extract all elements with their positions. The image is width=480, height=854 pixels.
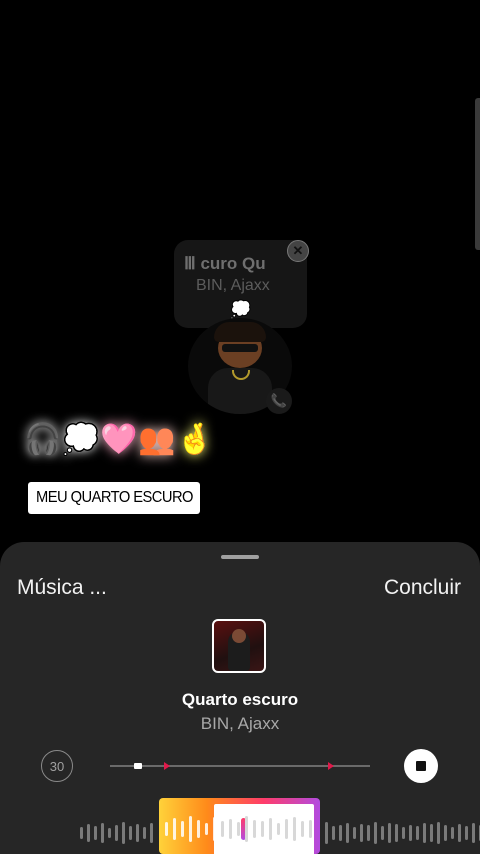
waveform-bar bbox=[409, 825, 412, 841]
waveform-bar bbox=[136, 824, 139, 842]
sheet-title: Música ... bbox=[17, 576, 107, 599]
waveform-bar bbox=[277, 823, 280, 835]
crossed-fingers-icon: 🤞 bbox=[176, 423, 214, 456]
waveform-bar bbox=[395, 824, 398, 842]
waveform-bar bbox=[444, 825, 447, 841]
waveform-bar bbox=[80, 827, 83, 839]
waveform-bar bbox=[150, 823, 153, 843]
waveform-bar bbox=[94, 826, 97, 840]
waveform-bar bbox=[108, 828, 111, 838]
waveform-bar bbox=[346, 823, 349, 843]
timeline-start-marker bbox=[134, 763, 142, 769]
thought-bubble-icon: 💭 bbox=[230, 300, 252, 319]
waveform-bar bbox=[129, 826, 132, 840]
waveform-bar bbox=[388, 823, 391, 843]
waveform-bar bbox=[143, 827, 146, 839]
waveform-bar bbox=[374, 822, 377, 844]
done-button[interactable]: Concluir bbox=[384, 576, 461, 600]
clip-selector[interactable] bbox=[159, 798, 320, 854]
waveform-bar bbox=[367, 825, 370, 841]
waveform-bar bbox=[301, 821, 304, 837]
duration-button[interactable]: 30 bbox=[41, 750, 73, 782]
waveform-bar bbox=[293, 817, 296, 841]
sticker-song-title: Ⅲ curo Qu bbox=[184, 254, 266, 273]
waveform-bar bbox=[269, 818, 272, 840]
location-label: MEU QUARTO ESCURO bbox=[36, 489, 193, 506]
waveform-bar bbox=[237, 822, 240, 836]
waveform-bar bbox=[189, 816, 192, 842]
album-cover bbox=[212, 619, 266, 673]
waveform-bar bbox=[115, 825, 118, 841]
waveform-bar bbox=[353, 827, 356, 839]
thought-bubble-icon: 💭 bbox=[62, 423, 100, 456]
waveform-bar bbox=[253, 820, 256, 838]
waveform-bar bbox=[430, 824, 433, 842]
sticker-artist: BIN, Ajaxx bbox=[196, 277, 270, 294]
sheet-grabber[interactable] bbox=[221, 555, 259, 559]
waveform-bar bbox=[213, 817, 216, 841]
emoji-row[interactable]: 🎧 💭 🩷 👥 🤞 bbox=[24, 422, 214, 457]
waveform-bar bbox=[451, 827, 454, 839]
location-sticker[interactable]: MEU QUARTO ESCURO bbox=[28, 482, 200, 514]
waveform-bar bbox=[360, 824, 363, 842]
waveform-bar bbox=[165, 822, 168, 836]
phone-icon: 📞 bbox=[266, 388, 292, 414]
waveform-bar bbox=[465, 826, 468, 840]
waveform-bar bbox=[197, 820, 200, 838]
close-icon[interactable]: ✕ bbox=[287, 240, 309, 262]
waveform-bar bbox=[325, 822, 328, 844]
headphones-icon: 🎧 bbox=[24, 423, 62, 456]
waveform-bar bbox=[181, 821, 184, 837]
waveform-bar bbox=[309, 820, 312, 838]
waveform-bar bbox=[87, 824, 90, 842]
song-timeline[interactable] bbox=[110, 762, 370, 770]
music-editor-sheet: Música ... Concluir Quarto escuro BIN, A… bbox=[0, 542, 480, 854]
waveform-bar bbox=[173, 818, 176, 840]
song-artist: BIN, Ajaxx bbox=[200, 714, 280, 733]
waveform-bar bbox=[122, 822, 125, 844]
waveform-bar bbox=[402, 827, 405, 839]
waveform-bar bbox=[381, 826, 384, 840]
people-icon: 👥 bbox=[138, 423, 176, 456]
scroll-indicator bbox=[475, 98, 480, 250]
waveform-bar bbox=[472, 823, 475, 843]
waveform-bar bbox=[229, 819, 232, 839]
stop-icon bbox=[416, 761, 426, 771]
heart-icon: 🩷 bbox=[100, 423, 138, 456]
waveform-bar bbox=[332, 826, 335, 840]
waveform-bar bbox=[285, 819, 288, 839]
waveform-bar bbox=[101, 823, 104, 843]
timeline-marker bbox=[164, 762, 170, 770]
timeline-marker bbox=[328, 762, 334, 770]
waveform-bar bbox=[423, 823, 426, 843]
waveform-bar bbox=[339, 825, 342, 841]
waveform-bar bbox=[437, 822, 440, 844]
waveform-bar bbox=[205, 823, 208, 835]
waveform-bar bbox=[261, 821, 264, 837]
waveform-bar bbox=[416, 826, 419, 840]
waveform-bar bbox=[221, 821, 224, 837]
stop-button[interactable] bbox=[404, 749, 438, 783]
waveform-bar bbox=[245, 816, 248, 842]
song-title: Quarto escuro bbox=[181, 690, 299, 709]
waveform-bar bbox=[458, 824, 461, 842]
